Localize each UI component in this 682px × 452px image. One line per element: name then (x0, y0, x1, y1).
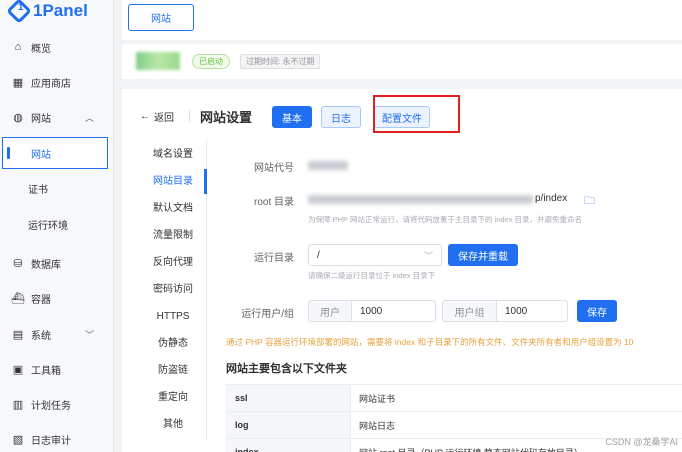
run-dir-selected: / (317, 249, 320, 261)
submenu-item[interactable]: 默认文档 (140, 199, 206, 219)
sidebar-item-label: 数据库 (31, 259, 61, 271)
run-dir-label: 运行目录 (254, 253, 294, 264)
app-logo[interactable]: 1Panel (6, 0, 88, 24)
run-dir-hint: 请确保二级运行目录位于 index 目录下 (308, 271, 436, 280)
toolbox-icon: ▣ (12, 363, 24, 376)
sidebar-item-certificate[interactable]: 证书 (0, 172, 108, 204)
root-dir-hint: 为保障 PHP 网站正常运行，请将代码放置于主目录下的 index 目录，并避免… (308, 215, 583, 224)
tab-log[interactable]: 日志 (321, 106, 361, 128)
globe-icon: ◍ (13, 111, 23, 124)
folder-name: log (226, 411, 351, 439)
root-dir-value: p/index (535, 193, 568, 204)
sidebar-item-label: 运行环境 (28, 220, 68, 232)
folder-name: index (226, 438, 351, 452)
sidebar-item-container[interactable]: ⛴ 容器 (0, 282, 108, 314)
sidebar-item-label: 日志审计 (31, 435, 71, 447)
container-icon: ⛴ (11, 292, 25, 305)
website-name-redacted (136, 52, 180, 70)
page-title: 网站设置 (200, 110, 253, 125)
sidebar-item-website[interactable]: 网站 (2, 137, 108, 169)
logo-text: 1Panel (33, 1, 88, 20)
highlight-box (373, 95, 460, 133)
sidebar-item-label: 应用商店 (31, 78, 71, 90)
grid-icon: ▦ (12, 76, 24, 89)
submenu-item[interactable]: 域名设置 (140, 145, 206, 165)
root-dir-label: root 目录 (253, 197, 294, 208)
run-user-label: 运行用户/组 (241, 309, 294, 320)
submenu-item[interactable]: 密码访问 (140, 280, 206, 300)
chevron-down-icon: ﹀ (423, 250, 433, 261)
user-input[interactable]: 1000 (351, 300, 436, 322)
website-settings-panel: ← 返回 网站设置 基本 日志 配置文件 域名设置 网站目录 默认文档 流量限制… (122, 89, 682, 452)
submenu-item[interactable]: 流量限制 (140, 226, 206, 246)
submenu-active-indicator (204, 169, 207, 194)
submenu-item[interactable]: 防盗链 (140, 361, 206, 381)
sidebar-item-label: 网站 (31, 113, 51, 125)
group-addon: 用户组 (442, 300, 497, 322)
watermark: CSDN @龙桑学AI (605, 437, 678, 447)
system-icon: ▤ (12, 328, 24, 341)
sidebar-item-overview[interactable]: ⌂ 概览 (0, 31, 108, 63)
submenu-item[interactable]: HTTPS (140, 307, 206, 327)
folder-desc: 网站证书 (350, 384, 682, 412)
logo-icon (6, 0, 32, 24)
website-code-value-redacted (308, 161, 348, 170)
save-button[interactable]: 保存 (577, 300, 617, 322)
sidebar-item-label: 证书 (28, 184, 48, 196)
arrow-left-icon: ← (140, 111, 150, 122)
calendar-icon: ▥ (12, 398, 24, 411)
sidebar-item-cron[interactable]: ▥ 计划任务 (0, 388, 108, 420)
sidebar-item-label: 网站 (31, 149, 51, 161)
table-row: ssl 网站证书 (226, 384, 682, 412)
chevron-up-icon: ︿ (84, 112, 94, 123)
sidebar-item-label: 计划任务 (31, 400, 71, 412)
folder-name: ssl (226, 384, 351, 412)
divider (189, 110, 190, 122)
home-icon: ⌂ (14, 41, 22, 53)
sidebar: 1Panel ⌂ 概览 ▦ 应用商店 ◍ 网站 ︿ 网站 证书 运行环境 ⛁ 数… (0, 0, 114, 452)
website-code-label: 网站代号 (254, 163, 294, 174)
user-addon: 用户 (308, 300, 352, 322)
sidebar-item-appstore[interactable]: ▦ 应用商店 (0, 66, 108, 98)
sidebar-item-label: 容器 (31, 294, 51, 306)
sidebar-item-label: 系统 (31, 330, 51, 342)
group-input[interactable]: 1000 (496, 300, 568, 322)
sidebar-item-toolbox[interactable]: ▣ 工具箱 (0, 353, 108, 385)
tab-basic[interactable]: 基本 (272, 106, 312, 128)
save-reload-button[interactable]: 保存并重载 (448, 244, 518, 266)
submenu-item-active[interactable]: 网站目录 (140, 172, 206, 192)
run-dir-select[interactable]: / ﹀ (308, 244, 442, 266)
status-badge: 已启动 (192, 54, 230, 69)
tab-website[interactable]: 网站 (128, 4, 194, 31)
database-icon: ⛁ (13, 257, 23, 270)
submenu-item[interactable]: 其他 (140, 415, 206, 435)
section-title: 网站主要包含以下文件夹 (226, 363, 347, 375)
sidebar-item-log-audit[interactable]: ▧ 日志审计 (0, 423, 108, 452)
website-header: 已启动 过期时间: 永不过期 (122, 44, 682, 79)
warning-text: 通过 PHP 容器运行环境部署的网站，需要将 index 和子目录下的所有文件、… (226, 337, 634, 347)
top-tabbar: 网站 (122, 0, 682, 40)
back-label: 返回 (154, 113, 174, 124)
submenu-item[interactable]: 伪静态 (140, 334, 206, 354)
submenu-item[interactable]: 重定向 (140, 388, 206, 408)
back-button[interactable]: ← 返回 (140, 109, 174, 124)
folder-icon[interactable]: 🗀 (584, 192, 595, 211)
root-dir-value-redacted (308, 195, 533, 204)
log-icon: ▧ (12, 433, 24, 446)
chevron-down-icon: ﹀ (84, 329, 94, 340)
submenu-item[interactable]: 反向代理 (140, 253, 206, 273)
expiry-badge: 过期时间: 永不过期 (240, 54, 321, 69)
sidebar-item-database[interactable]: ⛁ 数据库 (0, 247, 108, 279)
sidebar-item-system[interactable]: ▤ 系统 ﹀ (0, 318, 108, 350)
sidebar-item-runtime[interactable]: 运行环境 (0, 208, 108, 240)
sidebar-item-label: 工具箱 (31, 365, 61, 377)
sidebar-item-website-group[interactable]: ◍ 网站 ︿ (0, 101, 108, 133)
sidebar-item-label: 概览 (31, 43, 51, 55)
